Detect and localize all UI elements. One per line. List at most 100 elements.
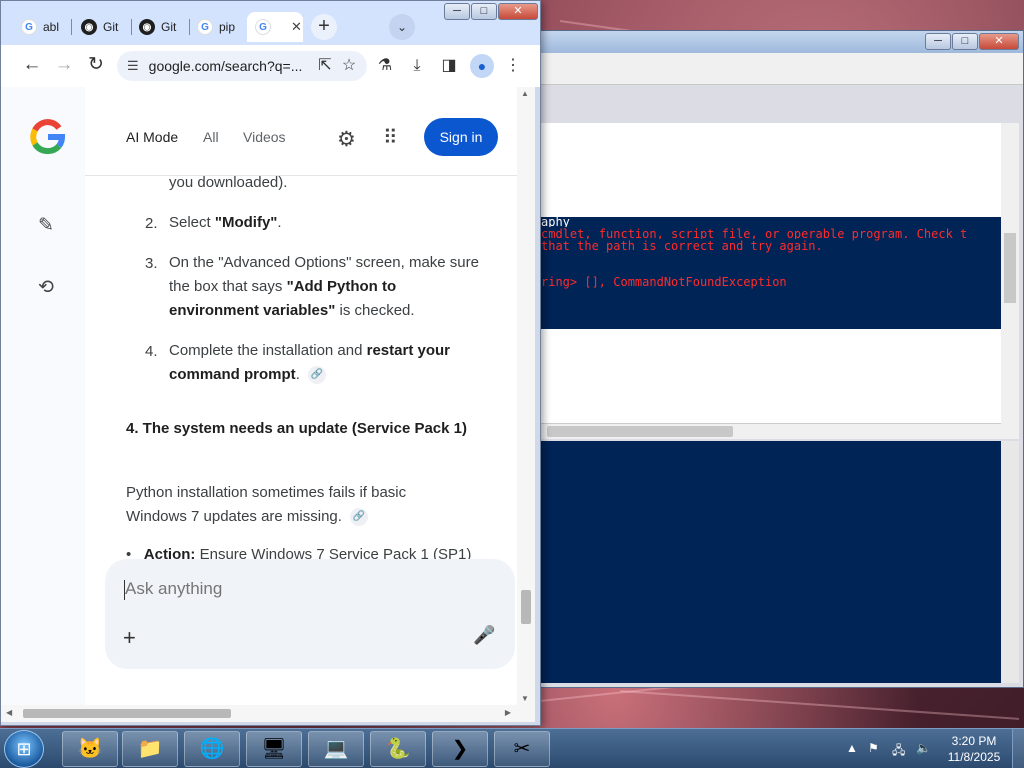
source-link-icon[interactable]: 🔗 — [308, 366, 327, 385]
clock[interactable]: 3:20 PM 11/8/2025 — [946, 733, 1002, 765]
scroll-right-arrow-icon[interactable]: ▶ — [505, 708, 511, 717]
taskbar-app-python-icon[interactable]: 🐍 — [370, 731, 426, 767]
tab-active[interactable]: G ✕ — [247, 12, 303, 42]
web-page: ✎ ⟲ AI Mode All Videos ⚙ ⠿ Sign in you d… — [1, 87, 524, 705]
start-button[interactable]: ⊞ — [4, 730, 44, 768]
apps-grid-icon[interactable]: ⠿ — [383, 125, 398, 150]
main-content: AI Mode All Videos ⚙ ⠿ Sign in you downl… — [85, 87, 524, 705]
new-chat-edit-icon[interactable]: ✎ — [34, 214, 58, 238]
scroll-down-arrow-icon[interactable]: ▼ — [521, 694, 529, 703]
github-icon: ◉ — [81, 19, 97, 35]
left-rail: ✎ ⟲ — [1, 87, 85, 705]
labs-flask-icon[interactable]: ⚗ — [374, 55, 396, 77]
top-nav: AI Mode All Videos ⚙ ⠿ Sign in — [85, 113, 515, 161]
console-vertical-scrollbar[interactable] — [1001, 123, 1019, 439]
clock-time: 3:20 PM — [951, 734, 997, 748]
close-button[interactable]: ✕ — [979, 33, 1019, 50]
google-logo[interactable] — [29, 119, 66, 155]
new-tab-button[interactable]: + — [311, 14, 337, 40]
show-hidden-icons-icon[interactable]: ▲ — [846, 741, 858, 755]
taskbar-app-chrome-icon[interactable]: 🌐 — [184, 731, 240, 767]
ask-input[interactable] — [125, 579, 465, 599]
back-icon[interactable]: ← — [20, 54, 44, 78]
profile-avatar[interactable]: ● — [470, 54, 494, 78]
section-heading: 4. The system needs an update (Service P… — [126, 420, 467, 437]
answer-text: you downloaded). — [169, 174, 288, 191]
url-text: google.com/search?q=... — [148, 58, 303, 74]
browser-window[interactable]: G abl ◉ Git ◉ Git G pip G ✕ + ⌄ ─ □ ✕ ← … — [0, 0, 541, 726]
answer-paragraph: Python installation sometimes fails if b… — [126, 484, 407, 527]
tab-label: Git — [161, 20, 177, 34]
tab-strip: G abl ◉ Git ◉ Git G pip G ✕ + ⌄ ─ □ ✕ — [1, 1, 540, 45]
gear-icon[interactable]: ⚙ — [337, 127, 356, 152]
taskbar-app-kitty-icon[interactable]: 🐱 — [62, 731, 118, 767]
share-icon[interactable]: ⇱ — [314, 55, 336, 77]
console-vertical-scrollbar-2[interactable] — [1001, 441, 1019, 683]
google-icon: G — [197, 19, 213, 35]
console-pane-middle — [541, 329, 1001, 423]
tab-videos[interactable]: Videos — [243, 129, 286, 145]
tab-search-button[interactable]: ⌄ — [389, 14, 415, 40]
taskbar-app-control-panel-icon[interactable]: 🖥 — [246, 731, 302, 767]
console-error-text: that the path is correct and try again. — [541, 239, 823, 253]
download-icon[interactable]: ⤓ — [406, 55, 428, 77]
console-menu-area — [537, 53, 1023, 85]
bookmark-star-icon[interactable]: ☆ — [338, 55, 360, 77]
microphone-icon[interactable]: 🎤 — [473, 625, 495, 646]
action-center-flag-icon[interactable]: ⚑ — [868, 741, 879, 755]
taskbar: ⊞ 🐱 📁 🌐 🖥 💻 🐍 ❯ ✂ ▲ ⚑ 🖧 🔈 3:20 PM 11/8/2… — [0, 728, 1024, 768]
menu-kebab-icon[interactable]: ⋮ — [502, 55, 524, 77]
forward-icon[interactable]: → — [52, 54, 76, 78]
maximize-button[interactable]: □ — [952, 33, 978, 50]
taskbar-app-powershell-icon[interactable]: ❯ — [432, 731, 488, 767]
minimize-button[interactable]: ─ — [925, 33, 951, 50]
volume-muted-icon[interactable]: 🔈 — [916, 741, 931, 755]
page-horizontal-scrollbar[interactable]: ◀ ▶ — [1, 705, 535, 722]
taskbar-app-snipping-tool-icon[interactable]: ✂ — [494, 731, 550, 767]
taskbar-app-explorer-icon[interactable]: 📁 — [122, 731, 178, 767]
console-titlebar[interactable]: ─ □ ✕ — [537, 31, 1023, 53]
side-panel-icon[interactable]: ◨ — [438, 55, 460, 77]
divider — [85, 175, 518, 176]
close-tab-icon[interactable]: ✕ — [291, 19, 302, 35]
wallpaper-streak — [619, 690, 1020, 720]
add-attachment-plus-icon[interactable]: + — [123, 625, 136, 651]
close-button[interactable]: ✕ — [498, 3, 538, 20]
console-window[interactable]: ─ □ ✕ aphy cmdlet, function, script file… — [536, 30, 1024, 688]
scrollbar-thumb[interactable] — [1004, 233, 1016, 303]
minimize-button[interactable]: ─ — [444, 3, 470, 20]
tab-ai-mode[interactable]: AI Mode — [126, 129, 178, 145]
maximize-button[interactable]: □ — [471, 3, 497, 20]
scroll-left-arrow-icon[interactable]: ◀ — [6, 708, 12, 717]
list-number: 2. — [145, 215, 158, 232]
github-icon: ◉ — [139, 19, 155, 35]
history-icon[interactable]: ⟲ — [34, 276, 58, 300]
browser-toolbar: ← → ↻ ☰ google.com/search?q=... ⇱ ☆ ⚗ ⤓ … — [1, 45, 540, 87]
source-link-icon[interactable]: 🔗 — [350, 508, 369, 527]
page-vertical-scrollbar[interactable]: ▲ ▼ — [517, 87, 535, 705]
scrollbar-thumb[interactable] — [547, 426, 733, 437]
clock-date: 11/8/2025 — [947, 750, 1001, 764]
console-pane-bottom[interactable] — [541, 441, 1001, 683]
reload-icon[interactable]: ↻ — [84, 54, 108, 78]
google-icon: G — [21, 19, 37, 35]
tab-all[interactable]: All — [203, 129, 219, 145]
scrollbar-thumb[interactable] — [23, 709, 231, 718]
site-info-icon[interactable]: ☰ — [127, 58, 139, 74]
tab[interactable]: G pip — [189, 12, 245, 42]
tab[interactable]: ◉ Git — [131, 12, 187, 42]
scroll-up-arrow-icon[interactable]: ▲ — [521, 89, 529, 98]
scrollbar-thumb[interactable] — [521, 590, 531, 624]
list-item: Complete the installation and restart yo… — [169, 342, 450, 385]
console-horizontal-scrollbar[interactable] — [541, 423, 1001, 439]
google-icon: G — [255, 19, 271, 35]
tab-label: Git — [103, 20, 119, 34]
sign-in-button[interactable]: Sign in — [424, 118, 498, 156]
network-icon[interactable]: 🖧 — [892, 741, 905, 762]
taskbar-app-computer-icon[interactable]: 💻 — [308, 731, 364, 767]
ask-input-box[interactable]: + 🎤 — [105, 559, 515, 669]
show-desktop-button[interactable] — [1012, 729, 1024, 768]
tab[interactable]: G abl — [13, 12, 69, 42]
tab[interactable]: ◉ Git — [73, 12, 129, 42]
console-output: aphy cmdlet, function, script file, or o… — [541, 215, 1001, 329]
